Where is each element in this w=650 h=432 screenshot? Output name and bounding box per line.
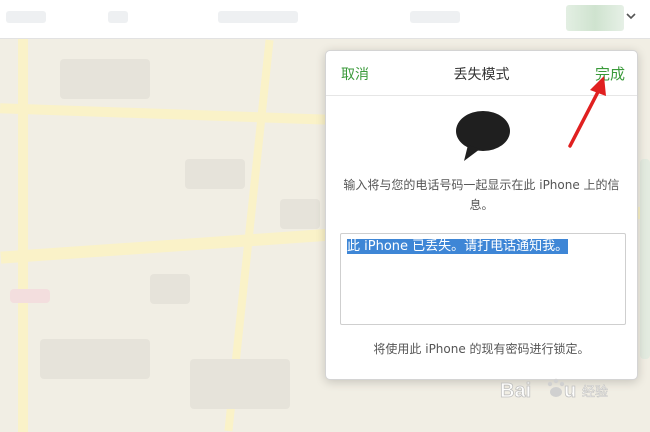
map-road	[18, 39, 28, 432]
baidu-watermark-logo: Bai u 经验	[498, 372, 618, 410]
map-block	[640, 159, 650, 359]
passcode-note: 将使用此 iPhone 的现有密码进行锁定。	[373, 342, 590, 356]
top-bar-faint-item	[6, 11, 46, 23]
red-arrow-annotation	[568, 76, 606, 148]
top-bar-faint-item	[218, 11, 298, 23]
map-block	[185, 159, 245, 189]
svg-text:Bai: Bai	[500, 380, 531, 402]
map-block	[40, 339, 150, 379]
svg-text:经验: 经验	[582, 384, 608, 400]
map-block	[190, 359, 290, 409]
map-block	[60, 59, 150, 99]
svg-text:u: u	[564, 380, 576, 402]
top-bar-faint-item	[410, 11, 460, 23]
chevron-down-icon[interactable]	[624, 9, 638, 23]
top-bar	[0, 0, 650, 39]
dialog-description: 输入将与您的电话号码一起显示在此 iPhone 上的信息。	[343, 178, 620, 212]
map-road	[0, 103, 331, 125]
message-textarea[interactable]: 此 iPhone 已丢失。请打电话通知我。	[340, 233, 626, 325]
message-text: 此 iPhone 已丢失。请打电话通知我。	[347, 239, 569, 254]
baidu-paw-icon: Bai u 经验	[500, 378, 608, 402]
speech-bubble-icon	[456, 111, 510, 161]
map-block	[280, 199, 320, 229]
map-block	[150, 274, 190, 304]
account-menu[interactable]	[566, 5, 624, 31]
map-block	[10, 289, 50, 303]
top-bar-faint-item	[108, 11, 128, 23]
